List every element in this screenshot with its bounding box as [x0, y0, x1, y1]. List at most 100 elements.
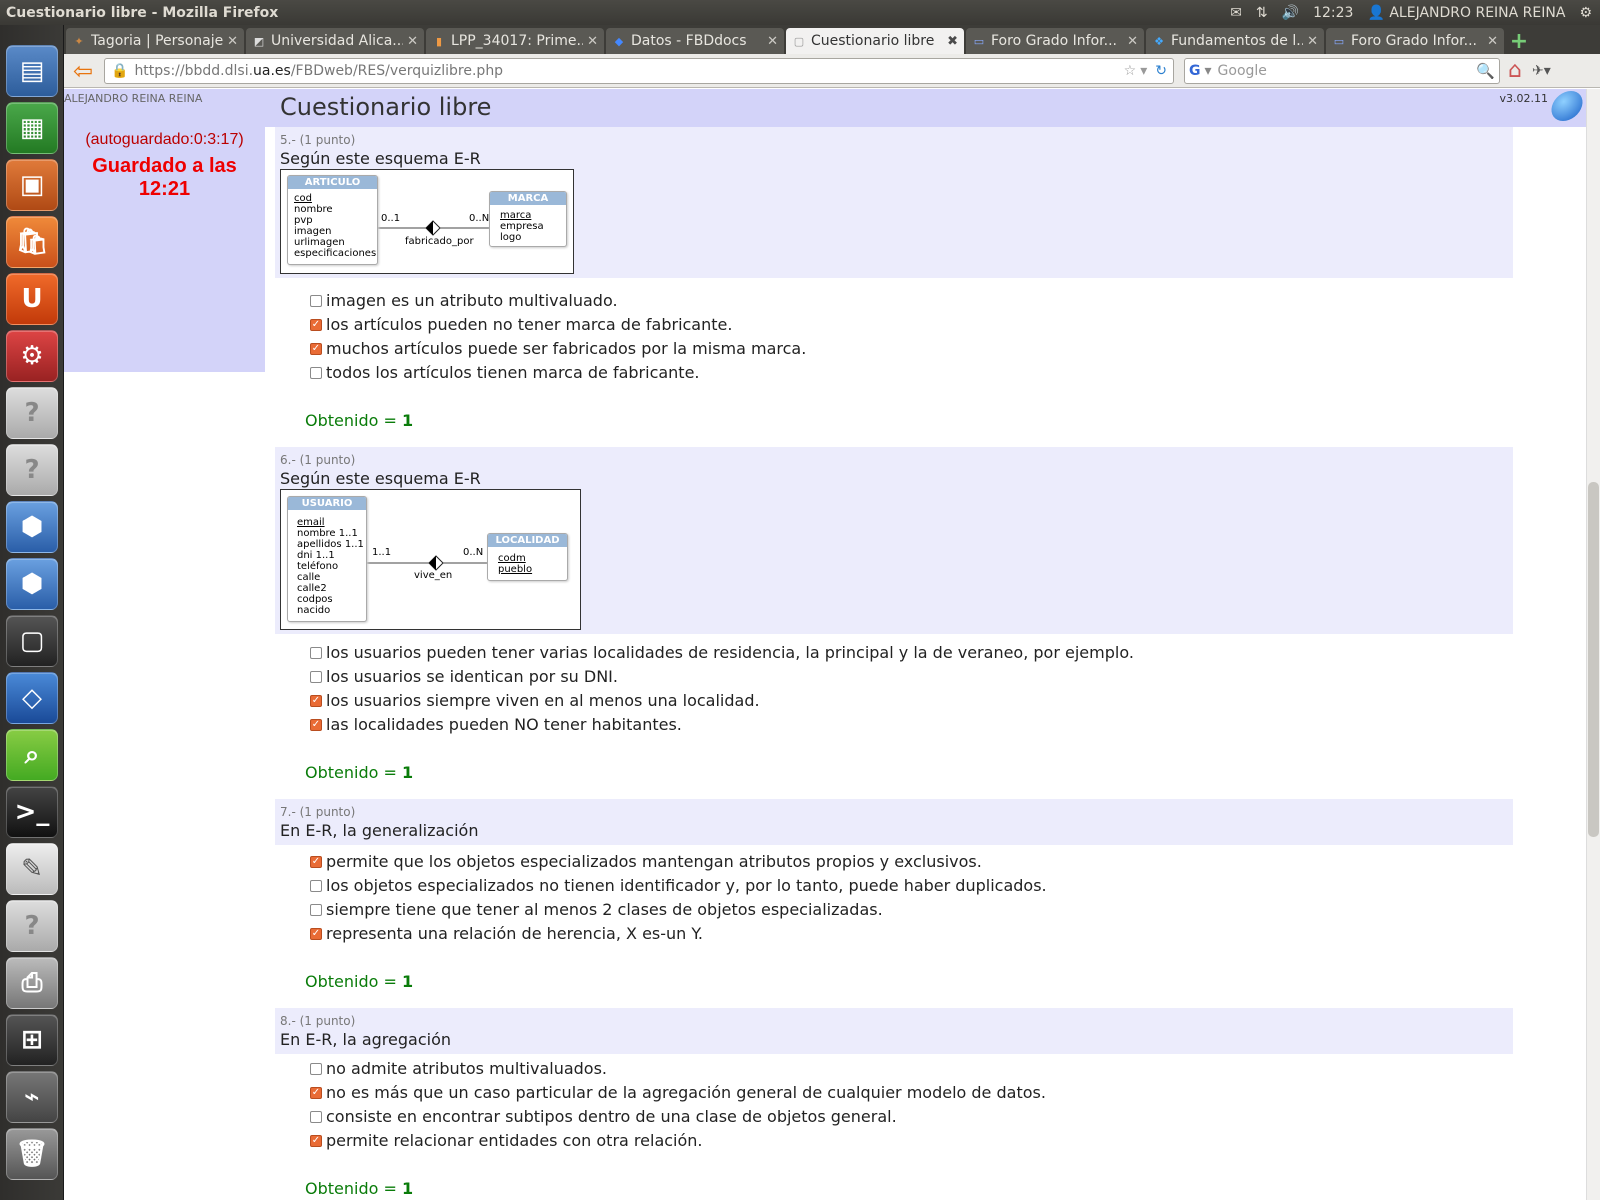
entity-key-attribute: cod — [294, 193, 312, 204]
mail-icon[interactable]: ✉ — [1230, 5, 1242, 21]
search-input[interactable]: Google — [1218, 63, 1477, 79]
question-header: 6.- (1 punto) Según este esquema E-R USU… — [275, 447, 1513, 634]
checkbox-unchecked[interactable] — [310, 366, 322, 379]
obtained-score: Obtenido = 1 — [305, 1179, 414, 1198]
answer-option[interactable]: no admite atributos multivaluados. — [310, 1059, 607, 1078]
back-arrow-icon[interactable]: ⇦ — [68, 56, 98, 86]
checkbox-checked[interactable]: ✓ — [310, 718, 322, 731]
question-header: 7.- (1 punto) En E-R, la generalización — [275, 799, 1513, 845]
settings-launcher-icon[interactable]: ⚙ — [6, 330, 58, 382]
new-tab-plus-icon[interactable]: + — [1506, 28, 1532, 54]
software-center-launcher-icon[interactable]: 🛍 — [6, 216, 58, 268]
checkbox-checked[interactable]: ✓ — [310, 1086, 322, 1099]
gear-icon[interactable]: ⚙ — [1579, 5, 1592, 21]
answer-option[interactable]: los objetos especializados no tienen ide… — [310, 876, 1047, 895]
unknown-app-launcher-icon[interactable]: ? — [6, 444, 58, 496]
answer-option[interactable]: ✓ los artículos pueden no tener marca de … — [310, 315, 732, 334]
scanner-launcher-icon[interactable]: ⎙ — [6, 957, 58, 1009]
autosave-timer: (autoguardado:0:3:17) — [85, 131, 244, 148]
checkbox-checked[interactable]: ✓ — [310, 342, 322, 355]
checkbox-unchecked[interactable] — [310, 1110, 322, 1123]
unknown-app-launcher-icon[interactable]: ? — [6, 900, 58, 952]
writer-launcher-icon[interactable]: ▤ — [6, 45, 58, 97]
checkbox-checked[interactable]: ✓ — [310, 1134, 322, 1147]
close-tab-icon[interactable]: ✕ — [1127, 34, 1138, 49]
search-icon[interactable]: 🔍 — [1476, 62, 1495, 80]
network-icon[interactable]: ⇅ — [1256, 5, 1268, 21]
answer-option[interactable]: siempre tiene que tener al menos 2 clase… — [310, 900, 883, 919]
checkbox-unchecked[interactable] — [310, 670, 322, 683]
cube-launcher-icon[interactable]: ⬢ — [6, 558, 58, 610]
cardinality-label: 1..1 — [372, 547, 392, 558]
virtualbox-launcher-icon[interactable]: ◇ — [6, 672, 58, 724]
answer-option[interactable]: ✓ no es más que un caso particular de la … — [310, 1083, 1046, 1102]
clock[interactable]: 12:23 — [1313, 5, 1353, 21]
close-tab-icon[interactable]: ✕ — [1307, 34, 1318, 49]
checkbox-unchecked[interactable] — [310, 903, 322, 916]
checkbox-checked[interactable]: ✓ — [310, 855, 322, 868]
tab-5[interactable]: ▭ Foro Grado Infor... ✕ — [966, 28, 1144, 54]
tab-4-active[interactable]: ▢ Cuestionario libre ✖ — [786, 28, 964, 54]
close-tab-icon[interactable]: ✕ — [587, 34, 598, 49]
checkbox-checked[interactable]: ✓ — [310, 927, 322, 940]
usb-drive-icon[interactable]: ⌁ — [6, 1071, 58, 1123]
home-icon[interactable]: ⌂ — [1508, 58, 1522, 83]
answer-option[interactable]: imagen es un atributo multivaluado. — [310, 291, 618, 310]
answer-option[interactable]: los usuarios se identican por su DNI. — [310, 667, 618, 686]
close-tab-icon[interactable]: ✕ — [1487, 34, 1498, 49]
answer-option[interactable]: todos los artículos tienen marca de fabr… — [310, 363, 700, 382]
checkbox-unchecked[interactable] — [310, 879, 322, 892]
checkbox-checked[interactable]: ✓ — [310, 694, 322, 707]
search-files-launcher-icon[interactable]: ⌕ — [6, 729, 58, 781]
impress-launcher-icon[interactable]: ▣ — [6, 159, 58, 211]
user-menu[interactable]: 👤 ALEJANDRO REINA REINA — [1367, 5, 1565, 21]
answer-option[interactable]: ✓ los usuarios siempre viven en al menos … — [310, 691, 760, 710]
relationship-name: fabricado_por — [405, 236, 474, 247]
answer-option[interactable]: ✓ representa una relación de herencia, X … — [310, 924, 703, 943]
answer-option[interactable]: ✓ permite que los objetos especializados … — [310, 852, 982, 871]
checkbox-unchecked[interactable] — [310, 1062, 322, 1075]
terminal-launcher-icon[interactable]: >_ — [6, 786, 58, 838]
text-editor-launcher-icon[interactable]: ✎ — [6, 843, 58, 895]
google-engine-icon[interactable]: G — [1189, 63, 1201, 79]
cube-launcher-icon[interactable]: ⬢ — [6, 501, 58, 553]
close-tab-icon[interactable]: ✕ — [227, 34, 238, 49]
chevron-down-icon[interactable]: ▾ — [1205, 63, 1212, 79]
tab-3[interactable]: ◆ Datos - FBDdocs ✕ — [606, 28, 784, 54]
tab-0[interactable]: ✦ Tagoria | Personaje ✕ — [66, 28, 244, 54]
checkbox-unchecked[interactable] — [310, 646, 322, 659]
answer-option[interactable]: los usuarios pueden tener varias localid… — [310, 643, 1134, 662]
answer-option[interactable]: ✓ las localidades pueden NO tener habitan… — [310, 715, 682, 734]
vertical-scrollbar[interactable] — [1586, 89, 1600, 1200]
workspace-switcher-icon[interactable]: ⊞ — [6, 1014, 58, 1066]
entity-box: LOCALIDAD codm pueblo — [487, 533, 568, 581]
app-logo-icon — [1547, 91, 1587, 121]
close-tab-icon[interactable]: ✖ — [947, 34, 958, 49]
entity-attribute: calle — [297, 572, 321, 583]
answer-option[interactable]: consiste en encontrar subtipos dentro de… — [310, 1107, 897, 1126]
ubuntu-one-launcher-icon[interactable]: U — [6, 273, 58, 325]
tab-2[interactable]: ▮ LPP_34017: Prime... ✕ — [426, 28, 604, 54]
entity-attribute: apellidos 1..1 — [297, 539, 364, 550]
chevron-down-icon[interactable]: ▾ — [1140, 63, 1147, 79]
answer-option[interactable]: ✓ permite relacionar entidades con otra r… — [310, 1131, 703, 1150]
trash-icon[interactable]: 🗑 — [6, 1128, 58, 1180]
extension-icon[interactable]: ✈▾ — [1532, 63, 1551, 79]
answer-option[interactable]: ✓ muchos artículos puede ser fabricados p… — [310, 339, 806, 358]
close-tab-icon[interactable]: ✕ — [767, 34, 778, 49]
screen-launcher-icon[interactable]: ▢ — [6, 615, 58, 667]
reload-icon[interactable]: ↻ — [1155, 63, 1167, 79]
tab-6[interactable]: ❖ Fundamentos de l... ✕ — [1146, 28, 1324, 54]
checkbox-unchecked[interactable] — [310, 294, 322, 307]
tab-7[interactable]: ▭ Foro Grado Infor... ✕ — [1326, 28, 1504, 54]
scrollbar-thumb[interactable] — [1588, 482, 1599, 837]
close-tab-icon[interactable]: ✕ — [407, 34, 418, 49]
volume-icon[interactable]: 🔊 — [1282, 5, 1299, 21]
tab-1[interactable]: ◩ Universidad Alica... ✕ — [246, 28, 424, 54]
bookmark-star-icon[interactable]: ☆ — [1124, 63, 1137, 79]
calc-launcher-icon[interactable]: ▦ — [6, 102, 58, 154]
checkbox-checked[interactable]: ✓ — [310, 318, 322, 331]
url-bar[interactable]: 🔒 https://bbdd.dlsi.ua.es/FBDweb/RES/ver… — [104, 57, 1174, 84]
search-bar[interactable]: G ▾ Google 🔍 — [1184, 57, 1500, 84]
unknown-app-launcher-icon[interactable]: ? — [6, 387, 58, 439]
